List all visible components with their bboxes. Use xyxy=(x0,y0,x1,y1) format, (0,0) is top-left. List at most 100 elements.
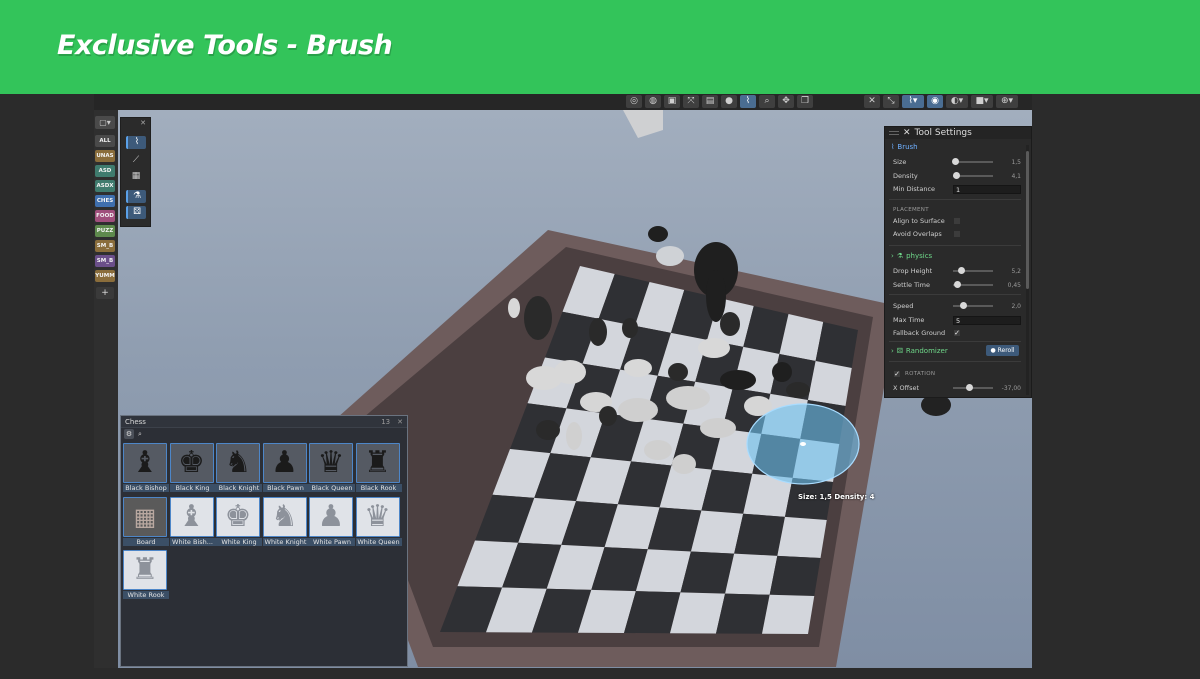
align-row: Align to Surface xyxy=(893,216,1021,226)
camera-dropdown-icon[interactable]: ■▾ xyxy=(971,95,993,108)
asset-item[interactable]: ♚ Black King xyxy=(169,443,216,492)
settle-time-row: Settle Time 0,45 xyxy=(893,280,1021,290)
speed-row: Speed 2,0 xyxy=(893,301,1021,311)
move-icon[interactable]: ✥ xyxy=(778,95,794,108)
scattered-piece xyxy=(508,298,520,318)
physics-mode-icon[interactable]: ⚗ xyxy=(126,190,146,203)
density-row: Density 4,1 xyxy=(893,171,1021,181)
min-distance-field[interactable]: 1 xyxy=(953,184,1021,194)
size-slider[interactable] xyxy=(952,158,993,165)
asset-item[interactable]: ♜ White Rook xyxy=(123,550,169,599)
scale-icon[interactable]: ⤧ xyxy=(683,95,699,108)
shading-dropdown-icon[interactable]: ◐▾ xyxy=(946,95,968,108)
close-icon[interactable]: ✕ xyxy=(140,119,146,127)
scattered-piece xyxy=(536,420,560,440)
asset-item[interactable]: ♚ White King xyxy=(216,496,262,546)
layer-chip[interactable]: PUZZ xyxy=(95,225,115,237)
snap-icon[interactable]: ⤡ xyxy=(883,95,899,108)
filter-icon[interactable]: ⚙ xyxy=(124,429,134,439)
layer-chip[interactable]: SM_B xyxy=(95,240,115,252)
layer-chip[interactable]: FOOD xyxy=(95,210,115,222)
x-offset-label: X Offset xyxy=(893,384,920,392)
drop-height-slider[interactable] xyxy=(953,267,993,274)
layer-chip[interactable]: UNAS xyxy=(95,150,115,162)
asset-item[interactable]: ♛ White Queen xyxy=(355,496,402,546)
scattered-piece xyxy=(618,398,658,422)
brush-mode-icon[interactable]: ⌇ xyxy=(126,136,146,149)
physics-section[interactable]: › ⚗ physics xyxy=(891,252,932,260)
frame-icon[interactable]: ▣ xyxy=(664,95,680,108)
asset-item[interactable]: ♛ Black Queen xyxy=(309,443,355,492)
asset-item[interactable]: ♞ Black Knight xyxy=(216,443,262,492)
max-time-field[interactable]: 5 xyxy=(953,315,1021,325)
placement-heading: PLACEMENT xyxy=(893,207,929,213)
chess-piece-icon: ♛ xyxy=(364,498,391,534)
compass-icon[interactable]: ◎ xyxy=(626,95,642,108)
search-icon[interactable]: ⌕ xyxy=(759,95,775,108)
speed-value: 2,0 xyxy=(1011,302,1021,310)
scrollbar-thumb[interactable] xyxy=(1026,151,1029,289)
layer-all[interactable]: ALL xyxy=(95,135,115,147)
layers-icon[interactable]: ❐ xyxy=(797,95,813,108)
asset-item[interactable]: ♜ Black Rook xyxy=(355,443,402,492)
grid-icon[interactable]: ▤ xyxy=(702,95,718,108)
snap-off-icon[interactable]: ✕ xyxy=(864,95,880,108)
chevron-right-icon: › xyxy=(891,252,894,260)
speed-slider[interactable] xyxy=(953,302,993,309)
asset-item[interactable]: ♞ White Knight xyxy=(262,496,309,546)
brush-section-icon: ⌇ xyxy=(891,143,895,151)
brush-section[interactable]: ⌇ Brush xyxy=(891,143,918,151)
asset-item[interactable]: ♟ Black Pawn xyxy=(262,443,309,492)
grid-mode-icon[interactable]: ▦ xyxy=(126,170,146,183)
layer-chip[interactable]: CHES xyxy=(95,195,115,207)
chess-piece-icon: ▦ xyxy=(133,502,157,531)
overlap-checkbox[interactable] xyxy=(953,230,961,238)
asset-item[interactable]: ▦ Board xyxy=(123,496,169,546)
scattered-piece xyxy=(644,440,672,460)
drag-grip-icon[interactable] xyxy=(889,131,899,135)
asset-item[interactable]: ♝ Black Bishop xyxy=(123,443,169,492)
fallback-checkbox[interactable]: ✓ xyxy=(953,329,961,337)
reroll-button[interactable]: ● Reroll xyxy=(986,345,1019,356)
cube-dropdown-icon[interactable]: ▢▾ xyxy=(95,116,115,129)
brush-tool-icon[interactable]: ⌇ xyxy=(740,95,756,108)
scattered-piece xyxy=(656,246,684,266)
scattered-piece xyxy=(698,338,730,358)
asset-label: Black King xyxy=(169,484,216,492)
layer-chip[interactable]: ASD xyxy=(95,165,115,177)
x-offset-slider[interactable] xyxy=(953,384,993,391)
banner: Exclusive Tools - Brush xyxy=(0,0,1200,94)
size-value: 1,5 xyxy=(1011,158,1021,166)
asset-item[interactable]: ♟ White Pawn xyxy=(309,496,355,546)
layer-chip[interactable]: YUMM xyxy=(95,270,115,282)
chess-piece-icon: ♝ xyxy=(178,498,205,534)
settle-time-value: 0,45 xyxy=(1007,281,1021,289)
path-mode-icon[interactable]: ⟋ xyxy=(126,154,146,167)
place-dropdown-icon[interactable]: ⌇▾ xyxy=(902,95,924,108)
brush-readout: Size: 1,5 Density: 4 xyxy=(798,493,875,501)
randomize-mode-icon[interactable]: ⚄ xyxy=(126,206,146,219)
density-slider[interactable] xyxy=(953,172,993,179)
scattered-piece xyxy=(772,362,792,382)
scattered-piece xyxy=(589,318,607,346)
globe-icon[interactable]: ◍ xyxy=(645,95,661,108)
physics-icon: ⚗ xyxy=(896,252,904,260)
eye-icon[interactable]: ◉ xyxy=(927,95,943,108)
randomizer-section[interactable]: › ⚄ Randomizer xyxy=(891,347,948,355)
align-checkbox[interactable] xyxy=(953,217,961,225)
asset-item[interactable]: ♝ White Bish... xyxy=(169,496,216,546)
sphere-icon[interactable]: ● xyxy=(721,95,737,108)
settle-time-slider[interactable] xyxy=(953,281,993,288)
layer-chip[interactable]: SM_B xyxy=(95,255,115,267)
fallback-label: Fallback Ground xyxy=(893,329,946,337)
rotation-checkbox[interactable]: ✓ xyxy=(893,370,901,378)
search-icon[interactable]: ⌕ xyxy=(138,430,142,439)
chess-piece-icon: ♚ xyxy=(224,498,252,534)
rotation-row: ✓ ROTATION xyxy=(893,369,1021,379)
layer-chip[interactable]: ASDX xyxy=(95,180,115,192)
close-icon[interactable]: ✕ xyxy=(397,418,403,426)
gizmo-dropdown-icon[interactable]: ⊕▾ xyxy=(996,95,1018,108)
add-layer-button[interactable]: + xyxy=(96,287,114,299)
scattered-piece xyxy=(720,370,756,390)
scattered-piece xyxy=(786,382,810,398)
